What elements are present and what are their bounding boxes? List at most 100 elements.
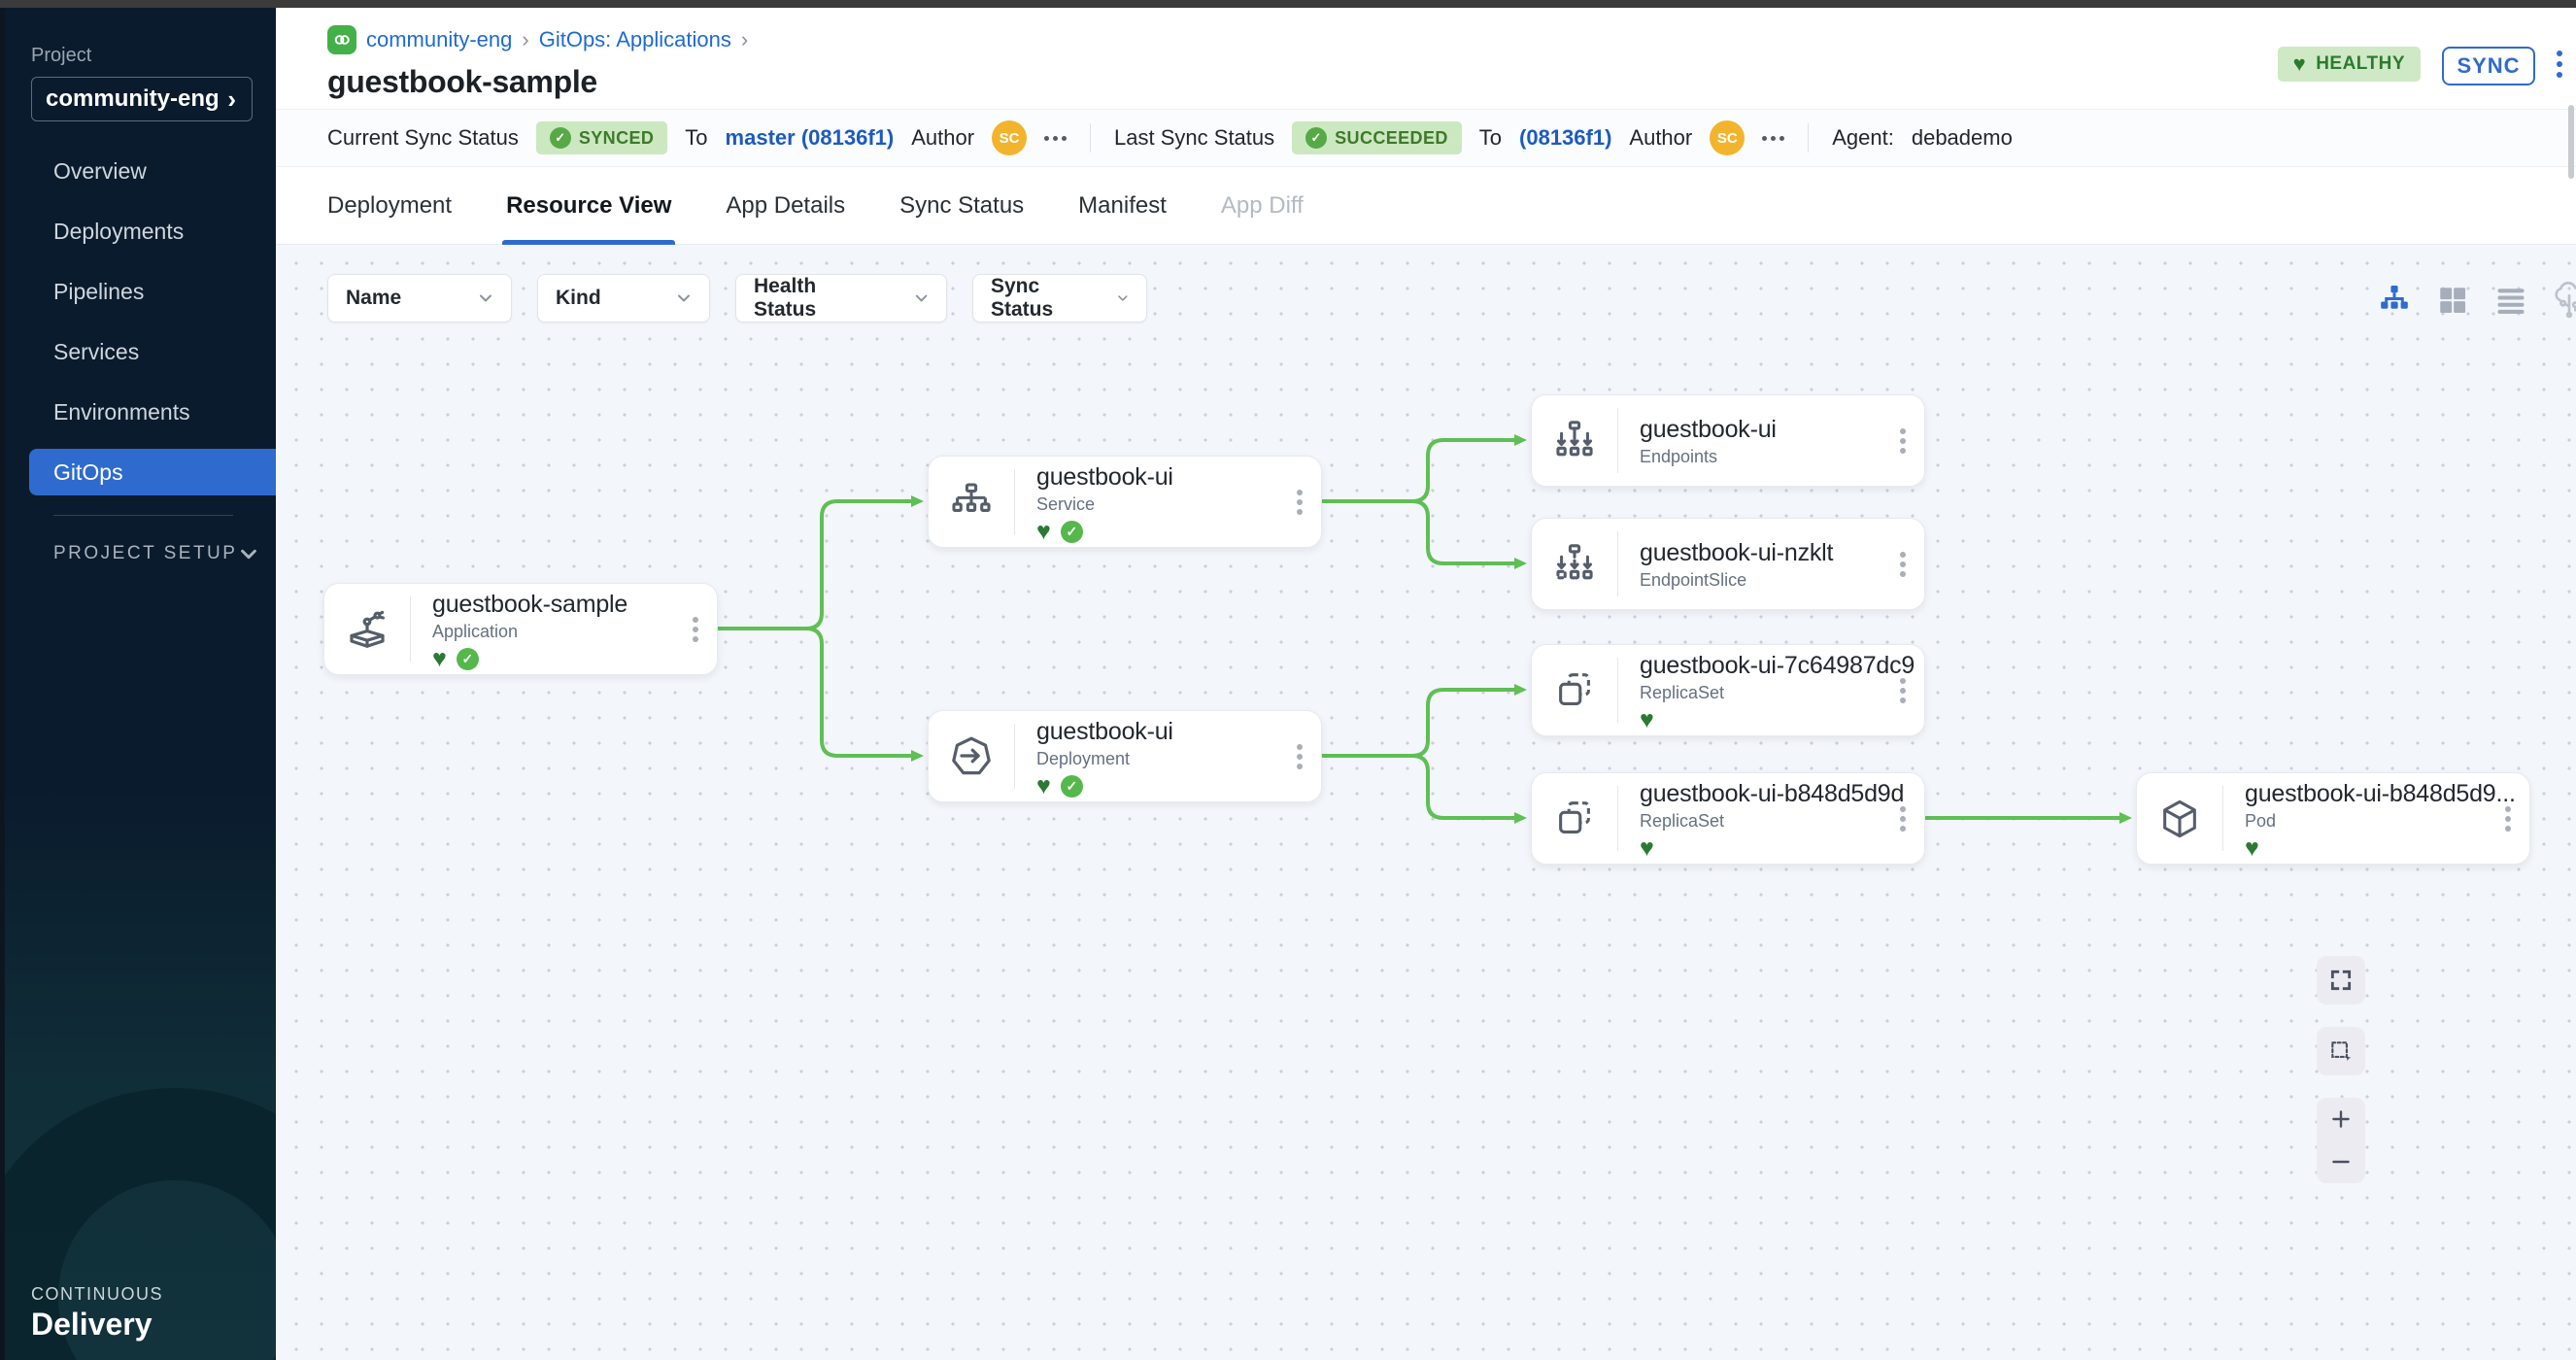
project-label: Project bbox=[31, 45, 276, 67]
node-menu-kebab[interactable] bbox=[1278, 711, 1321, 801]
node-menu-kebab[interactable] bbox=[1881, 773, 1924, 864]
filter-health-status-dropdown[interactable]: Health Status bbox=[735, 274, 947, 323]
breadcrumb-separator-icon: › bbox=[522, 27, 528, 52]
resource-graph-canvas[interactable]: Name Kind Health Status Sync Status bbox=[276, 245, 2576, 1360]
sidebar-item-services[interactable]: Services bbox=[5, 322, 276, 382]
list-view-icon[interactable] bbox=[2492, 282, 2529, 319]
more-options-icon[interactable] bbox=[1762, 136, 1767, 141]
tab-app-details[interactable]: App Details bbox=[726, 167, 845, 244]
tab-manifest[interactable]: Manifest bbox=[1078, 167, 1167, 244]
gitops-icon bbox=[327, 25, 356, 54]
canvas-controls bbox=[2317, 956, 2365, 1183]
node-menu-kebab[interactable] bbox=[1881, 645, 1924, 735]
healthy-heart-icon: ♥ bbox=[1036, 521, 1051, 542]
replicaset-icon bbox=[1532, 645, 1617, 735]
sidebar-item-pipelines[interactable]: Pipelines bbox=[5, 261, 276, 322]
sidebar: Project community-eng › Overview Deploym… bbox=[0, 8, 276, 1360]
node-menu-kebab[interactable] bbox=[674, 584, 717, 674]
agent-label: Agent: bbox=[1832, 125, 1894, 151]
zoom-out-icon[interactable] bbox=[2317, 1140, 2365, 1183]
node-menu-kebab[interactable] bbox=[1881, 395, 1924, 486]
current-sync-status-label: Current Sync Status bbox=[327, 125, 519, 151]
chevron-down-icon bbox=[912, 289, 931, 308]
node-replicaset-1[interactable]: guestbook-ui-7c64987dc9 ReplicaSet ♥ bbox=[1531, 644, 1925, 736]
sidebar-item-environments[interactable]: Environments bbox=[5, 382, 276, 442]
synced-check-icon: ✓ bbox=[1061, 775, 1083, 798]
to-label: To bbox=[685, 125, 707, 151]
service-icon bbox=[929, 457, 1014, 547]
pod-icon bbox=[2137, 773, 2222, 864]
node-title: guestbook-ui-7c64987dc9 bbox=[1640, 652, 1881, 680]
project-setup-toggle[interactable]: PROJECT SETUP bbox=[53, 543, 259, 564]
heart-icon: ♥ bbox=[2293, 53, 2307, 75]
node-kind: Application bbox=[432, 622, 674, 642]
breadcrumb: community-eng › GitOps: Applications › bbox=[327, 25, 748, 54]
healthy-heart-icon: ♥ bbox=[432, 648, 447, 669]
brand-continuous-label: CONTINUOUS bbox=[31, 1284, 163, 1305]
check-circle-icon: ✓ bbox=[550, 127, 571, 149]
node-menu-kebab[interactable] bbox=[2487, 773, 2529, 864]
project-setup-label: PROJECT SETUP bbox=[53, 543, 237, 564]
sync-status-strip: Current Sync Status ✓ SYNCED To master (… bbox=[276, 109, 2576, 167]
healthy-heart-icon: ♥ bbox=[1640, 837, 1654, 859]
healthy-heart-icon: ♥ bbox=[1036, 775, 1051, 797]
tree-view-icon[interactable] bbox=[2376, 282, 2413, 319]
node-title: guestbook-ui-b848d5d9d bbox=[1640, 780, 1881, 808]
endpoints-icon bbox=[1532, 395, 1617, 486]
sidebar-item-overview[interactable]: Overview bbox=[5, 141, 276, 201]
marquee-select-icon[interactable] bbox=[2317, 1027, 2365, 1075]
node-kind: EndpointSlice bbox=[1640, 570, 1881, 591]
node-kind: Pod bbox=[2245, 811, 2487, 832]
project-selector[interactable]: community-eng › bbox=[31, 77, 253, 121]
filter-kind-dropdown[interactable]: Kind bbox=[537, 274, 710, 323]
author-avatar[interactable]: SC bbox=[1710, 120, 1745, 155]
filter-name-dropdown[interactable]: Name bbox=[327, 274, 512, 323]
sidebar-nav: Overview Deployments Pipelines Services … bbox=[5, 141, 276, 495]
current-target-revision-link[interactable]: master (08136f1) bbox=[726, 125, 895, 151]
node-service[interactable]: guestbook-ui Service ♥ ✓ bbox=[928, 456, 1322, 548]
tab-app-diff[interactable]: App Diff bbox=[1221, 167, 1304, 244]
main-content: community-eng › GitOps: Applications › g… bbox=[276, 8, 2576, 1360]
node-application[interactable]: guestbook-sample Application ♥ ✓ bbox=[323, 583, 718, 675]
grid-view-icon[interactable] bbox=[2434, 282, 2471, 319]
sidebar-item-deployments[interactable]: Deployments bbox=[5, 201, 276, 261]
more-options-icon[interactable] bbox=[1044, 136, 1049, 141]
synced-check-icon: ✓ bbox=[1061, 521, 1083, 543]
node-pod[interactable]: guestbook-ui-b848d5d9... Pod ♥ bbox=[2136, 772, 2530, 865]
tab-resource-view[interactable]: Resource View bbox=[506, 167, 671, 244]
node-endpointslice[interactable]: guestbook-ui-nzklt EndpointSlice bbox=[1531, 518, 1925, 610]
app-root: Project community-eng › Overview Deploym… bbox=[0, 0, 2576, 1360]
author-label: Author bbox=[911, 125, 974, 151]
node-title: guestbook-ui bbox=[1036, 463, 1278, 492]
node-title: guestbook-ui-nzklt bbox=[1640, 539, 1881, 567]
tab-deployment[interactable]: Deployment bbox=[327, 167, 452, 244]
check-circle-icon: ✓ bbox=[1305, 127, 1327, 149]
endpointslice-icon bbox=[1532, 519, 1617, 609]
breadcrumb-section-link[interactable]: GitOps: Applications bbox=[539, 27, 731, 52]
node-replicaset-2[interactable]: guestbook-ui-b848d5d9d ReplicaSet ♥ bbox=[1531, 772, 1925, 865]
synced-badge: ✓ SYNCED bbox=[536, 121, 667, 154]
health-badge-label: HEALTHY bbox=[2316, 53, 2405, 75]
module-brand: CONTINUOUS Delivery bbox=[31, 1284, 163, 1343]
divider bbox=[1808, 123, 1809, 153]
last-target-revision-link[interactable]: (08136f1) bbox=[1519, 125, 1611, 151]
node-menu-kebab[interactable] bbox=[1881, 519, 1924, 609]
project-name: community-eng bbox=[46, 85, 220, 113]
header-kebab-menu-icon[interactable] bbox=[2557, 51, 2562, 56]
sidebar-item-gitops[interactable]: GitOps bbox=[29, 449, 276, 495]
zoom-in-icon[interactable] bbox=[2317, 1098, 2365, 1140]
filter-row: Name Kind Health Status Sync Status bbox=[327, 274, 1147, 323]
breadcrumb-project-link[interactable]: community-eng bbox=[366, 27, 512, 52]
node-deployment[interactable]: guestbook-ui Deployment ♥ ✓ bbox=[928, 710, 1322, 802]
node-menu-kebab[interactable] bbox=[1278, 457, 1321, 547]
replicaset-icon bbox=[1532, 773, 1617, 864]
filter-sync-status-dropdown[interactable]: Sync Status bbox=[972, 274, 1147, 323]
sync-button[interactable]: SYNC bbox=[2442, 47, 2535, 85]
tab-sync-status[interactable]: Sync Status bbox=[899, 167, 1024, 244]
node-title: guestbook-ui bbox=[1640, 416, 1881, 444]
author-avatar[interactable]: SC bbox=[992, 120, 1027, 155]
fullscreen-icon[interactable] bbox=[2317, 956, 2365, 1004]
scrollbar-thumb[interactable] bbox=[2568, 105, 2574, 179]
node-endpoints[interactable]: guestbook-ui Endpoints bbox=[1531, 394, 1925, 487]
pod-cloud-view-icon[interactable] bbox=[2551, 282, 2576, 319]
